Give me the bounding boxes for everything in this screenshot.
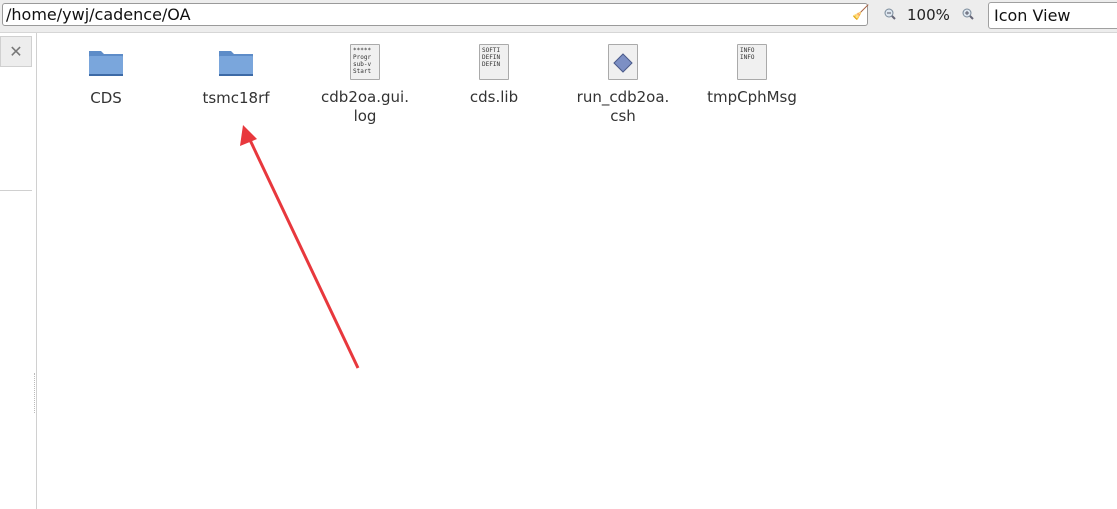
arrow-head bbox=[240, 125, 257, 146]
arrow-shaft bbox=[248, 139, 360, 369]
annotation-arrow bbox=[240, 125, 360, 369]
